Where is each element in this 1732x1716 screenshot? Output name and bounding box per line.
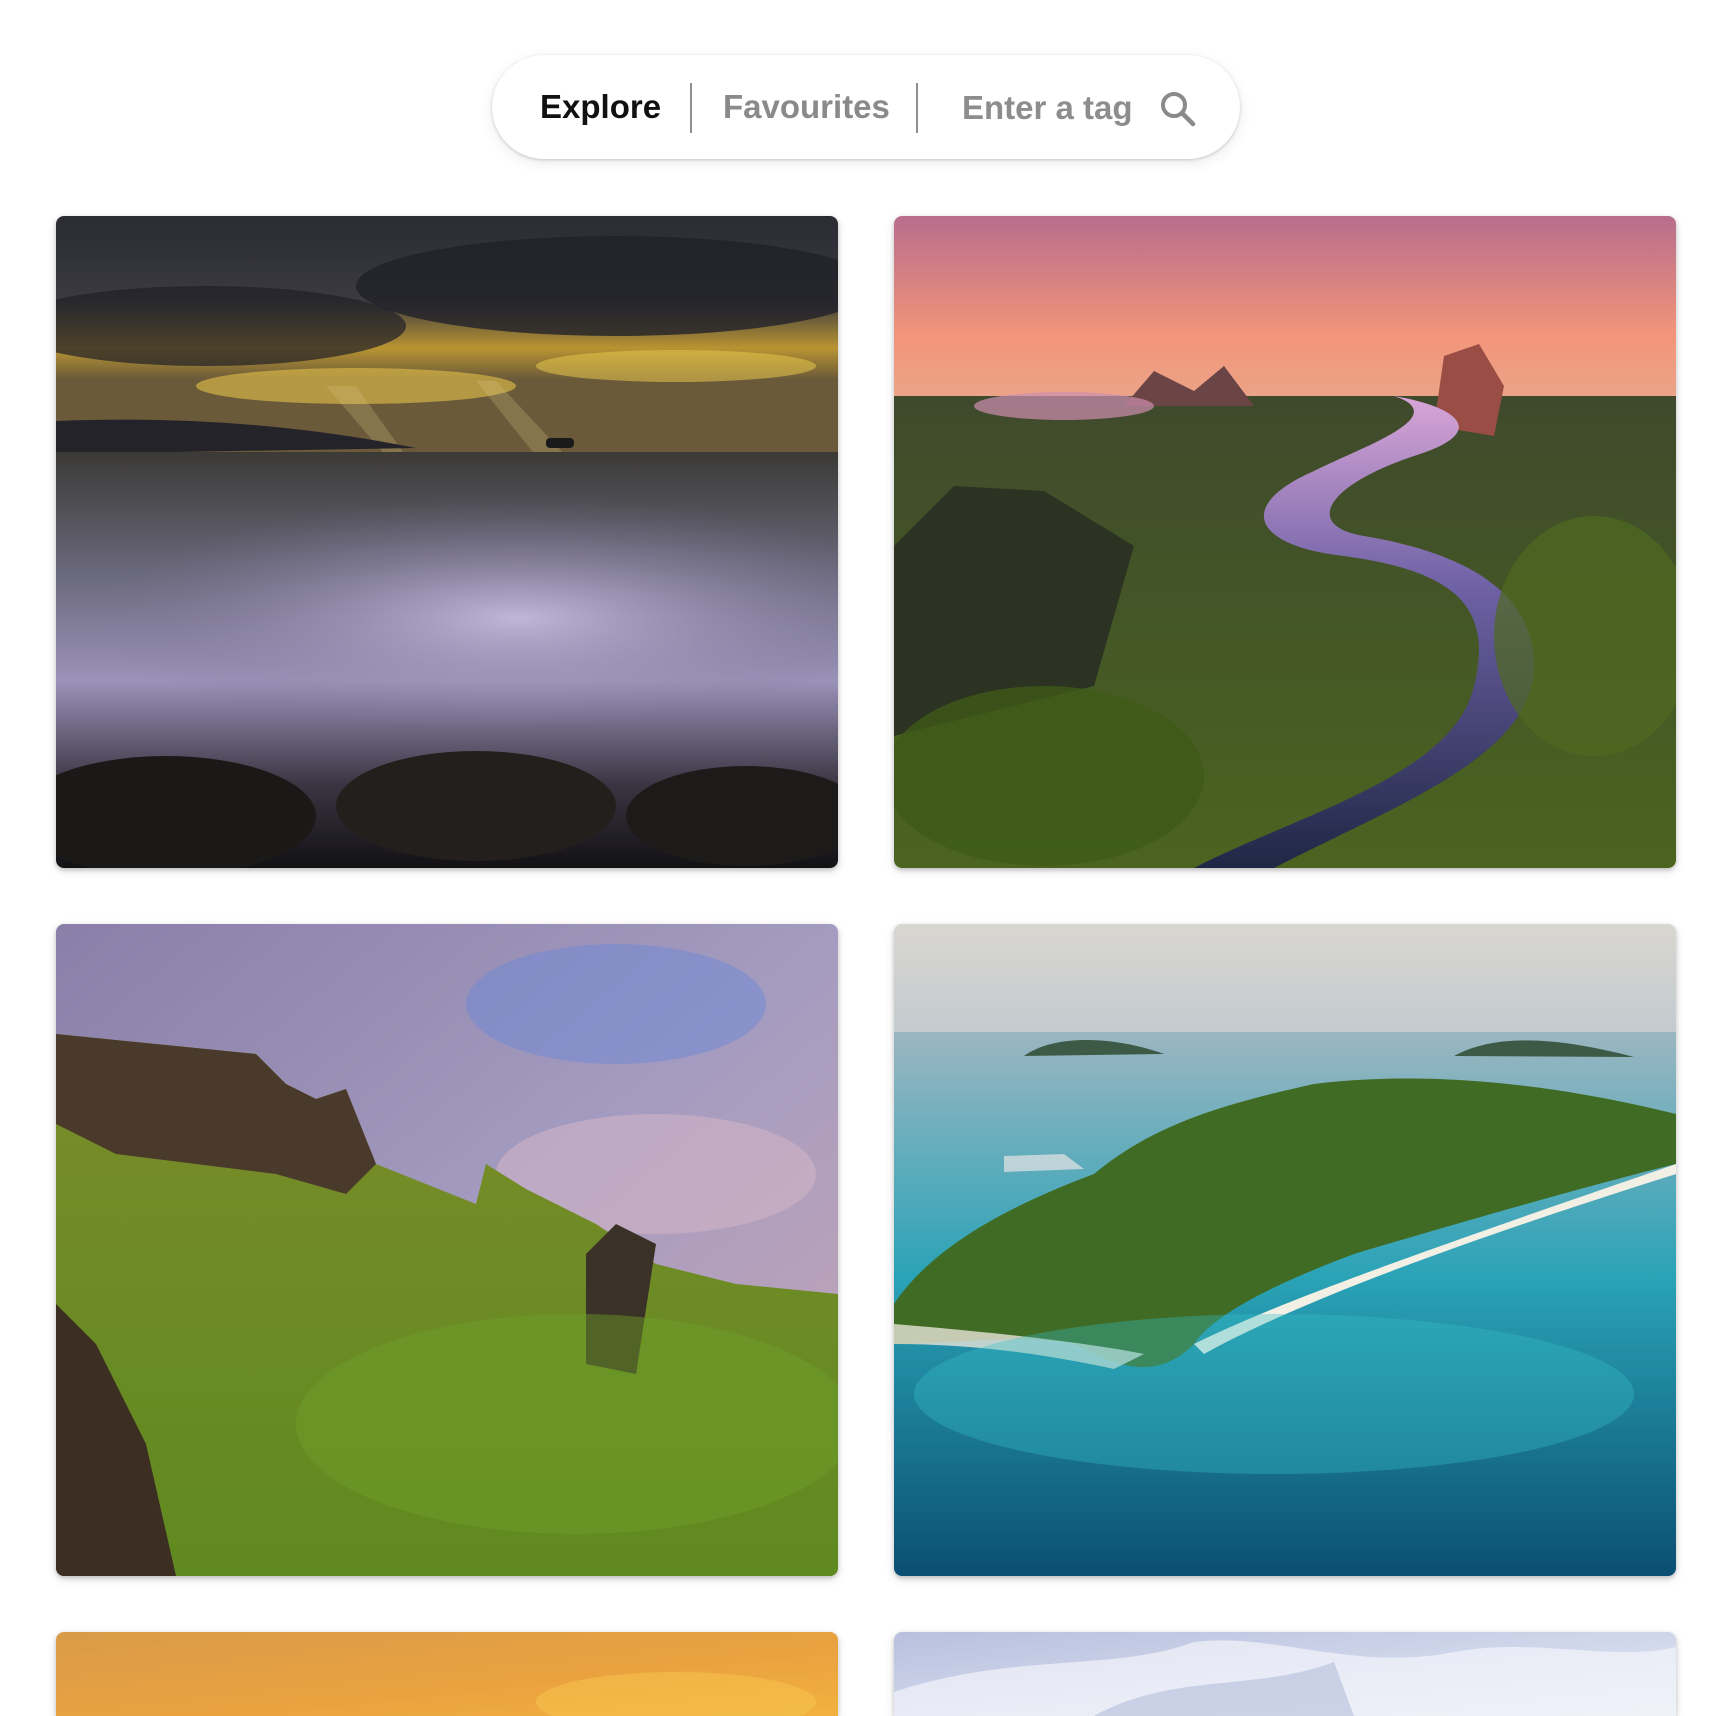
photo-golden-desert [56, 1632, 838, 1716]
search-icon [1161, 92, 1196, 127]
photo-tropical-island [894, 924, 1676, 1576]
photo-card-green-cliffs[interactable] [56, 924, 838, 1576]
photo-card-stormy-sea[interactable] [56, 216, 838, 868]
photo-card-white-dunes[interactable] [894, 1632, 1676, 1716]
photo-river-mangroves [894, 216, 1676, 868]
photo-white-dunes [894, 1632, 1676, 1716]
photo-card-river-mangroves[interactable] [894, 216, 1676, 868]
search-button[interactable] [1156, 87, 1200, 131]
tag-search-input[interactable] [952, 79, 1158, 137]
tab-explore[interactable]: Explore [540, 55, 661, 159]
photo-card-golden-desert[interactable] [56, 1632, 838, 1716]
nav-divider [916, 83, 918, 133]
photo-stormy-sea [56, 216, 838, 868]
nav-bar: Explore Favourites [492, 55, 1240, 159]
nav-divider [690, 83, 692, 133]
photo-green-cliffs [56, 924, 838, 1576]
tab-favourites[interactable]: Favourites [723, 55, 890, 159]
photo-card-tropical-island[interactable] [894, 924, 1676, 1576]
